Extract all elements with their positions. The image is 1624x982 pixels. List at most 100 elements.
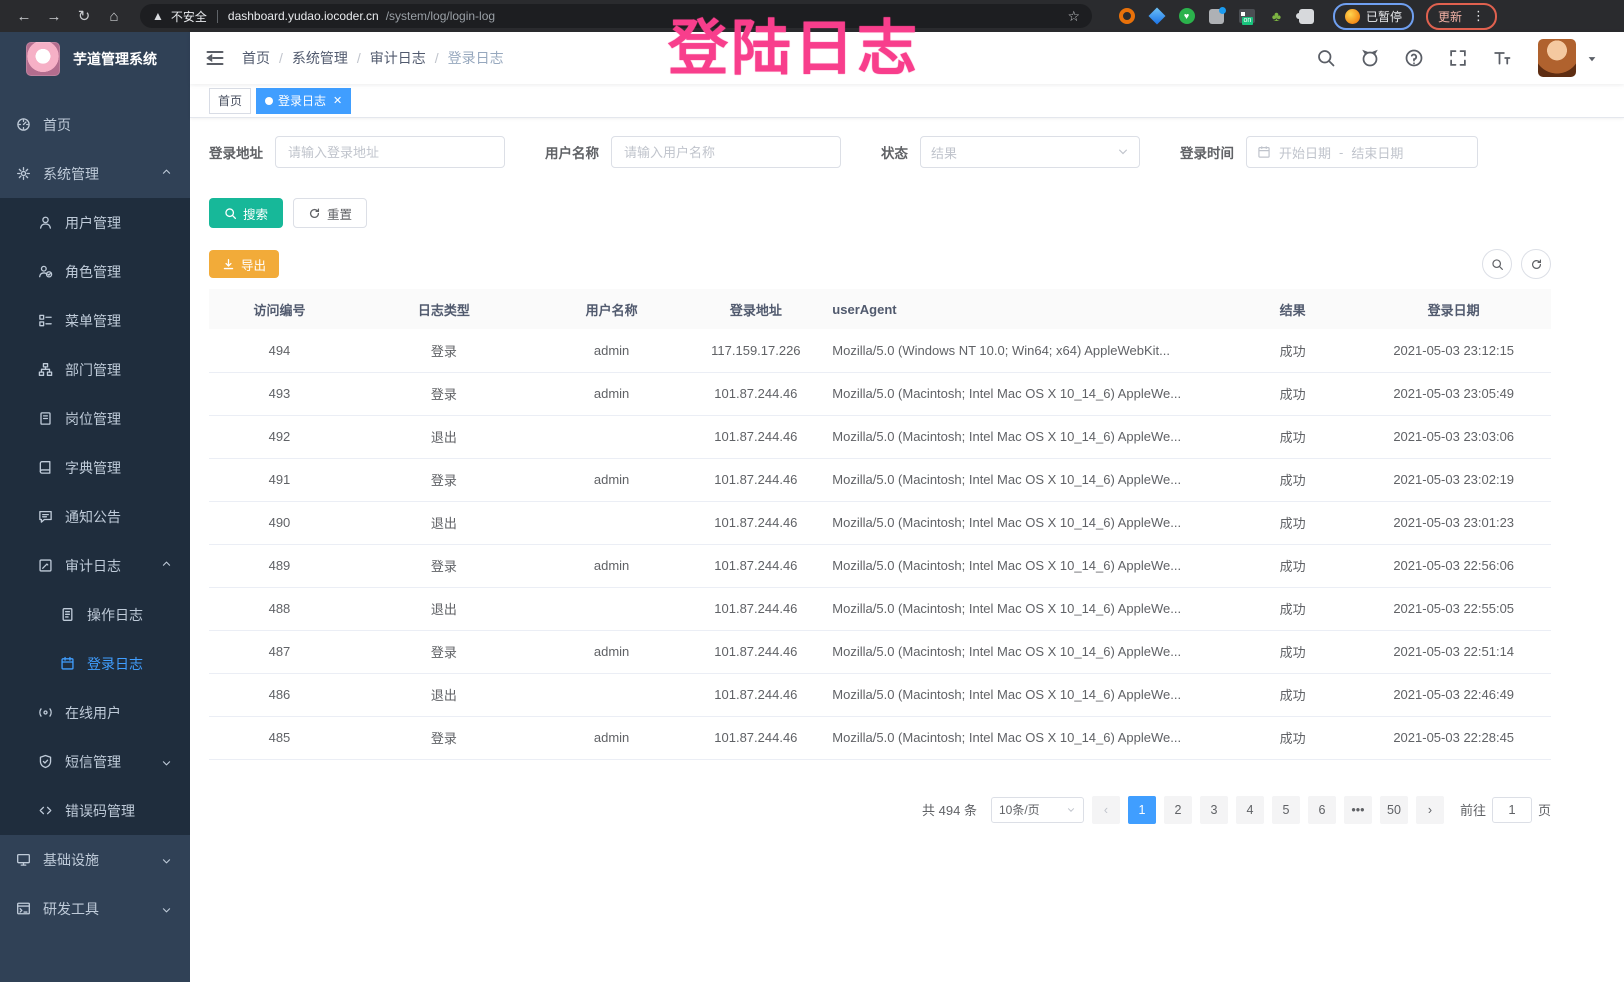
- sidebar-item-menu[interactable]: 菜单管理: [0, 296, 190, 345]
- table-row: 487登录admin101.87.244.46Mozilla/5.0 (Maci…: [209, 630, 1551, 673]
- chevron-down-icon: [161, 903, 172, 914]
- browser-address-bar[interactable]: ▲ 不安全 dashboard.yudao.iocoder.cn/system/…: [140, 4, 1092, 28]
- table-cell: 2021-05-03 22:28:45: [1356, 716, 1551, 759]
- breadcrumb-item[interactable]: 系统管理: [292, 48, 348, 68]
- table-cell: admin: [538, 329, 686, 372]
- browser-update-chip[interactable]: 更新 ⋮: [1426, 3, 1497, 30]
- post-icon: [38, 411, 53, 426]
- puzzle-extension-icon[interactable]: [1298, 8, 1315, 25]
- search-form: 登录地址 用户名称 状态 结果 登录时间: [209, 136, 1551, 168]
- sidebar-item-label: 部门管理: [65, 360, 121, 380]
- status-select[interactable]: 结果: [920, 136, 1140, 168]
- sidebar-item-post[interactable]: 岗位管理: [0, 394, 190, 443]
- username-input[interactable]: [611, 136, 841, 168]
- breadcrumb-item[interactable]: 审计日志: [370, 48, 426, 68]
- header-search-button[interactable]: [1316, 48, 1336, 68]
- table-cell: 493: [209, 372, 350, 415]
- sidebar-item-online[interactable]: 在线用户: [0, 688, 190, 737]
- grid-extension-icon[interactable]: [1208, 8, 1225, 25]
- sidebar-item-gear[interactable]: 系统管理: [0, 149, 190, 198]
- page-button-6[interactable]: 6: [1308, 796, 1336, 824]
- page-button-50[interactable]: 50: [1380, 796, 1408, 824]
- table-cell: 101.87.244.46: [685, 501, 826, 544]
- tab-登录日志[interactable]: 登录日志 ✕: [256, 88, 351, 114]
- sidebar-logo[interactable]: 芋道管理系统: [0, 32, 190, 86]
- sidebar-item-message[interactable]: 通知公告: [0, 492, 190, 541]
- sidebar-item-tree[interactable]: 部门管理: [0, 345, 190, 394]
- table-cell: 2021-05-03 23:03:06: [1356, 415, 1551, 458]
- browser-reload-button[interactable]: ↻: [70, 4, 98, 28]
- column-header: 访问编号: [209, 289, 350, 329]
- sidebar-item-dashboard[interactable]: 首页: [0, 100, 190, 149]
- sidebar-toggle-button[interactable]: [190, 48, 240, 68]
- blue-gem-extension-icon[interactable]: [1148, 8, 1165, 25]
- prev-page-button[interactable]: ‹: [1092, 796, 1120, 824]
- breadcrumb-item[interactable]: 首页: [242, 48, 270, 68]
- refresh-table-button[interactable]: [1521, 249, 1551, 279]
- page-button-1[interactable]: 1: [1128, 796, 1156, 824]
- sidebar-item-logininfor[interactable]: 登录日志: [0, 639, 190, 688]
- message-icon: [38, 509, 53, 524]
- pagination: 共 494 条 10条/页 ‹ 123456•••50 › 前往 页: [209, 796, 1551, 824]
- green-heart-extension-icon[interactable]: ♥: [1178, 8, 1195, 25]
- login-address-input[interactable]: [275, 136, 505, 168]
- tab-首页[interactable]: 首页: [209, 88, 251, 114]
- export-button[interactable]: 导出: [209, 250, 279, 278]
- date-separator: -: [1339, 145, 1343, 160]
- bookmark-star-icon[interactable]: ☆: [1067, 8, 1080, 25]
- sidebar-menu: 首页 系统管理 用户管理 角色管理 菜单管理 部门管理 岗位管理 字典管理 通知…: [0, 86, 190, 933]
- table-cell: admin: [538, 716, 686, 759]
- browser-home-button[interactable]: ⌂: [100, 4, 128, 28]
- sidebar-item-role[interactable]: 角色管理: [0, 247, 190, 296]
- table-cell: 488: [209, 587, 350, 630]
- tampermonkey-on-extension-icon[interactable]: [1238, 8, 1255, 25]
- search-button[interactable]: 搜索: [209, 198, 283, 228]
- github-icon: [1360, 48, 1380, 68]
- more-pages-button[interactable]: •••: [1344, 796, 1372, 824]
- page-button-2[interactable]: 2: [1164, 796, 1192, 824]
- sidebar-item-label: 通知公告: [65, 507, 121, 527]
- browser-forward-button[interactable]: →: [40, 4, 68, 28]
- paused-label: 已暂停: [1366, 8, 1402, 25]
- chevron-up-icon: [161, 168, 172, 179]
- sidebar-item-label: 基础设施: [43, 850, 99, 870]
- table-cell: 成功: [1229, 673, 1356, 716]
- page-button-5[interactable]: 5: [1272, 796, 1300, 824]
- column-header: 日志类型: [350, 289, 538, 329]
- start-date-placeholder: 开始日期: [1279, 143, 1331, 162]
- sidebar-item-monitor[interactable]: 基础设施: [0, 835, 190, 884]
- sidebar-item-dict[interactable]: 字典管理: [0, 443, 190, 492]
- orange-ring-extension-icon[interactable]: [1118, 8, 1135, 25]
- browser-menu-icon[interactable]: ⋮: [1472, 8, 1485, 24]
- plant-extension-icon[interactable]: ♣: [1268, 8, 1285, 25]
- close-icon[interactable]: ✕: [333, 94, 342, 107]
- sidebar-item-validcode[interactable]: 短信管理: [0, 737, 190, 786]
- user-avatar[interactable]: [1538, 39, 1576, 77]
- help-button[interactable]: [1404, 48, 1424, 68]
- table-cell: 2021-05-03 23:05:49: [1356, 372, 1551, 415]
- paused-profile-chip[interactable]: 已暂停: [1333, 3, 1414, 30]
- font-size-button[interactable]: [1492, 48, 1512, 68]
- sidebar-item-code[interactable]: 错误码管理: [0, 786, 190, 835]
- total-count: 共 494 条: [922, 800, 977, 819]
- page-button-3[interactable]: 3: [1200, 796, 1228, 824]
- sidebar-item-tool[interactable]: 研发工具: [0, 884, 190, 933]
- browser-back-button[interactable]: ←: [10, 4, 38, 28]
- fullscreen-button[interactable]: [1448, 48, 1468, 68]
- date-range-picker[interactable]: 开始日期 - 结束日期: [1246, 136, 1478, 168]
- sidebar-item-form[interactable]: 操作日志: [0, 590, 190, 639]
- page-size-select[interactable]: 10条/页: [991, 797, 1084, 823]
- github-link-button[interactable]: [1360, 48, 1380, 68]
- avatar-dropdown-button[interactable]: [1586, 52, 1598, 64]
- goto-page-input[interactable]: [1492, 797, 1532, 823]
- next-page-button[interactable]: ›: [1416, 796, 1444, 824]
- sidebar-item-log[interactable]: 审计日志: [0, 541, 190, 590]
- toggle-search-button[interactable]: [1482, 249, 1512, 279]
- page-button-4[interactable]: 4: [1236, 796, 1264, 824]
- sidebar-item-label: 系统管理: [43, 164, 99, 184]
- refresh-icon: [1530, 258, 1543, 271]
- reset-button[interactable]: 重置: [293, 198, 367, 228]
- breadcrumb-item[interactable]: 登录日志: [448, 48, 504, 68]
- refresh-icon: [308, 207, 321, 220]
- sidebar-item-user[interactable]: 用户管理: [0, 198, 190, 247]
